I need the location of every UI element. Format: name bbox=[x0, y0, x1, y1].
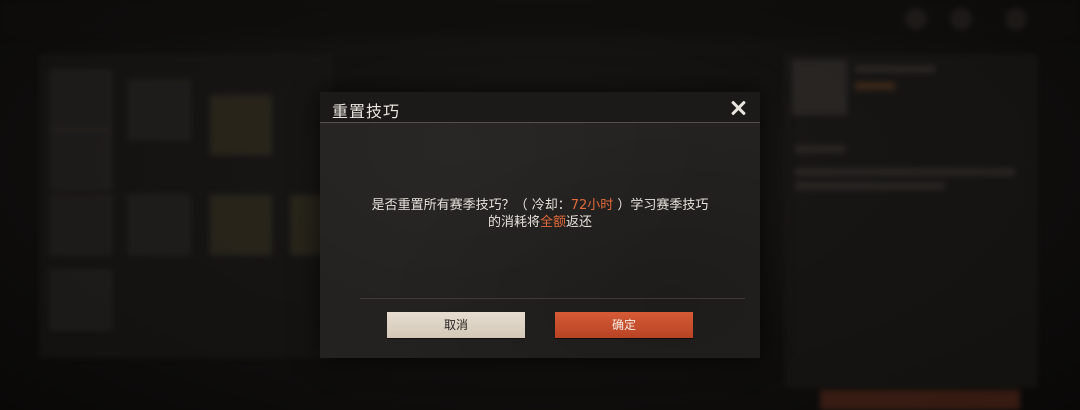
background-detail-line bbox=[855, 65, 935, 73]
background-topbar-icon bbox=[905, 8, 927, 30]
background-skill-tile bbox=[50, 130, 112, 190]
background-skill-tile bbox=[50, 270, 112, 330]
background-detail-line bbox=[855, 82, 895, 90]
dialog-title: 重置技巧 bbox=[332, 102, 401, 121]
message-line-2: 的消耗将全额返还 bbox=[340, 214, 740, 231]
reset-skills-dialog: 重置技巧 是否重置所有赛季技巧？（ 冷却：72小时 ）学习赛季技巧 的消耗将全额… bbox=[320, 92, 760, 358]
background-skill-tile bbox=[50, 195, 112, 255]
game-screen: 重置技巧 是否重置所有赛季技巧？（ 冷却：72小时 ）学习赛季技巧 的消耗将全额… bbox=[0, 0, 1080, 410]
background-skill-tile bbox=[128, 80, 190, 140]
full-amount-highlight: 全额 bbox=[539, 215, 566, 230]
background-skill-tile bbox=[210, 195, 272, 255]
close-icon[interactable] bbox=[728, 98, 748, 118]
dialog-divider bbox=[360, 298, 745, 299]
background-detail-line bbox=[795, 182, 945, 190]
message-line-1-suffix: ）学习赛季技巧 bbox=[613, 198, 709, 213]
dialog-header: 重置技巧 bbox=[320, 92, 760, 123]
background-skill-tile bbox=[210, 95, 272, 155]
cancel-button[interactable]: 取消 bbox=[387, 312, 525, 338]
background-topbar-icon bbox=[1005, 8, 1027, 30]
message-line-1-prefix: 是否重置所有赛季技巧？（ 冷却： bbox=[371, 198, 571, 213]
confirm-button[interactable]: 确定 bbox=[555, 312, 693, 338]
background-action-button bbox=[820, 390, 1020, 410]
cooldown-value: 72小时 bbox=[570, 198, 614, 213]
background-skill-tile bbox=[50, 70, 112, 130]
background-detail-line bbox=[795, 168, 1015, 176]
background-topbar-icon bbox=[950, 8, 972, 30]
background-detail-line bbox=[795, 145, 845, 153]
message-line-1: 是否重置所有赛季技巧？（ 冷却：72小时 ）学习赛季技巧 bbox=[340, 197, 740, 214]
background-detail-thumbnail bbox=[792, 60, 847, 115]
message-line-2-suffix: 返还 bbox=[566, 215, 593, 230]
background-skill-tile bbox=[128, 195, 190, 255]
message-line-2-prefix: 的消耗将 bbox=[487, 215, 540, 230]
dialog-message: 是否重置所有赛季技巧？（ 冷却：72小时 ）学习赛季技巧 的消耗将全额返还 bbox=[340, 197, 740, 231]
